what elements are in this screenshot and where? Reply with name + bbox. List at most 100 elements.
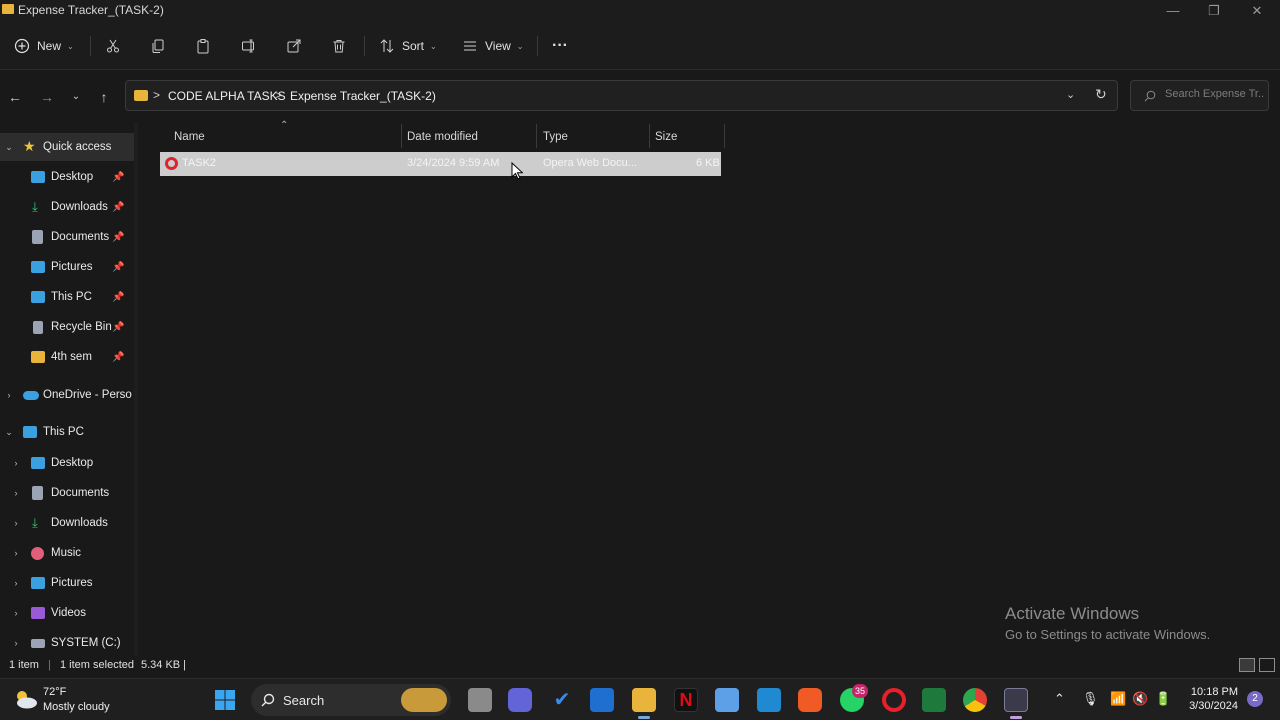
view-button[interactable]: View ⌄ xyxy=(462,35,524,57)
table-row[interactable]: TASK2 3/24/2024 9:59 AM Opera Web Docu..… xyxy=(160,152,721,176)
paste-button[interactable] xyxy=(195,35,211,57)
sidebar-item-recycle-bin[interactable]: Recycle Bin 📌 xyxy=(0,313,134,341)
column-divider[interactable] xyxy=(536,124,537,148)
sidebar-item-label: Videos xyxy=(51,607,86,619)
tiles-view-button[interactable] xyxy=(1259,658,1275,672)
address-bar[interactable]: > CODE ALPHA TASKS > Expense Tracker_(TA… xyxy=(125,80,1118,111)
netflix-icon[interactable]: N xyxy=(674,688,698,712)
search-input[interactable] xyxy=(1165,88,1265,100)
sidebar-item-pc-videos[interactable]: › Videos xyxy=(0,599,134,627)
column-divider[interactable] xyxy=(401,124,402,148)
file-list: ⌃ Name Date modified Type Size TASK2 3/2… xyxy=(145,120,1280,656)
sidebar-item-downloads[interactable]: ⤓ Downloads 📌 xyxy=(0,193,134,221)
sidebar-item-label: SYSTEM (C:) xyxy=(51,637,121,649)
sort-icon xyxy=(380,39,394,53)
minimize-button[interactable]: — xyxy=(1158,2,1188,20)
refresh-icon[interactable]: ↻ xyxy=(1095,86,1107,103)
search-box[interactable] xyxy=(1130,80,1269,111)
sidebar-item-onedrive[interactable]: › OneDrive - Perso xyxy=(0,381,134,409)
window-title: Expense Tracker_(TASK-2) xyxy=(18,3,164,17)
column-divider[interactable] xyxy=(724,124,725,148)
sidebar-item-4th-sem[interactable]: 4th sem 📌 xyxy=(0,343,134,371)
sort-button[interactable]: Sort ⌄ xyxy=(379,35,437,57)
recent-locations-button[interactable]: ⌄ xyxy=(66,88,86,106)
opera-icon[interactable] xyxy=(882,688,906,712)
cut-button[interactable] xyxy=(105,35,121,57)
sidebar-item-quick-access[interactable]: ⌄ ★ Quick access xyxy=(0,133,134,161)
sidebar-scrollbar[interactable] xyxy=(134,122,138,656)
column-header-date-modified[interactable]: Date modified xyxy=(407,126,478,148)
file-type: Opera Web Docu... xyxy=(543,157,637,169)
sidebar-item-pc-music[interactable]: › Music xyxy=(0,539,134,567)
status-bar: 1 item | 1 item selected 5.34 KB | xyxy=(0,656,1280,676)
excel-icon[interactable] xyxy=(922,688,946,712)
teams-chat-icon[interactable] xyxy=(508,688,532,712)
toolbar-divider xyxy=(364,36,365,56)
breadcrumb-separator: > xyxy=(153,88,161,102)
sidebar-item-pc-pictures[interactable]: › Pictures xyxy=(0,569,134,597)
clock-date: 3/30/2024 xyxy=(1189,700,1238,712)
battery-icon[interactable]: 🔋 xyxy=(1155,691,1171,707)
back-button[interactable]: ← xyxy=(5,88,25,106)
details-view-button[interactable] xyxy=(1239,658,1255,672)
documents-icon xyxy=(32,230,43,244)
sidebar-item-documents[interactable]: Documents 📌 xyxy=(0,223,134,251)
command-bar: New ⌄ Sort ⌄ View ⌄ ··· xyxy=(0,22,1280,70)
pin-icon: 📌 xyxy=(112,351,125,363)
show-hidden-icons-icon[interactable]: ⌃ xyxy=(1054,691,1065,707)
wifi-icon[interactable]: 📶 xyxy=(1110,691,1126,707)
breadcrumb-expense-tracker[interactable]: Expense Tracker_(TASK-2) xyxy=(290,89,436,103)
sidebar-item-label: Documents xyxy=(51,231,110,243)
sidebar-item-pictures[interactable]: Pictures 📌 xyxy=(0,253,134,281)
sidebar-item-pc-downloads[interactable]: › ⤓ Downloads xyxy=(0,509,134,537)
taskbar-search[interactable]: Search xyxy=(251,684,451,716)
windows-start-icon[interactable] xyxy=(214,689,236,711)
column-header-size[interactable]: Size xyxy=(655,126,677,148)
snipping-tool-icon[interactable] xyxy=(1004,688,1028,712)
task-view-icon[interactable] xyxy=(468,688,492,712)
clock-time: 10:18 PM xyxy=(1190,686,1238,698)
address-dropdown-icon[interactable]: ⌄ xyxy=(1066,88,1075,101)
vscode-icon[interactable] xyxy=(757,688,781,712)
new-button[interactable]: New ⌄ xyxy=(14,35,74,57)
clock[interactable]: 10:18 PM 3/30/2024 xyxy=(1186,686,1238,712)
column-divider[interactable] xyxy=(649,124,650,148)
media-app-icon[interactable] xyxy=(590,688,614,712)
column-header-type[interactable]: Type xyxy=(543,126,568,148)
store-icon[interactable] xyxy=(715,688,739,712)
copy-button[interactable] xyxy=(150,35,166,57)
column-header-name[interactable]: Name xyxy=(174,126,205,148)
breadcrumb-code-alpha-tasks[interactable]: CODE ALPHA TASKS xyxy=(168,89,286,103)
trash-icon xyxy=(333,40,345,53)
sidebar-item-this-pc-root[interactable]: ⌄ This PC xyxy=(0,418,134,446)
share-button[interactable] xyxy=(286,35,302,57)
maximize-button[interactable]: ❐ xyxy=(1199,2,1229,20)
close-button[interactable]: ✕ xyxy=(1242,2,1272,20)
delete-button[interactable] xyxy=(331,35,347,57)
item-count: 1 item xyxy=(9,659,39,671)
chevron-right-icon: › xyxy=(7,390,11,400)
more-options-button[interactable]: ··· xyxy=(552,35,568,57)
sort-label: Sort xyxy=(402,39,425,53)
todo-icon[interactable]: ✔ xyxy=(550,688,574,712)
sidebar-item-this-pc[interactable]: This PC 📌 xyxy=(0,283,134,311)
monitor-icon xyxy=(31,291,45,303)
rename-button[interactable] xyxy=(241,35,257,57)
sidebar-item-pc-documents[interactable]: › Documents xyxy=(0,479,134,507)
sidebar-item-label: Downloads xyxy=(51,201,108,213)
brave-icon[interactable] xyxy=(798,688,822,712)
file-explorer-icon[interactable] xyxy=(632,688,656,712)
sidebar-item-label: Desktop xyxy=(51,171,94,183)
chrome-icon[interactable] xyxy=(963,688,987,712)
microphone-icon[interactable]: 🎙 xyxy=(1082,691,1099,707)
pictures-icon xyxy=(31,261,45,273)
forward-button[interactable]: → xyxy=(37,88,57,106)
sidebar-item-pc-system-drive[interactable]: › SYSTEM (C:) xyxy=(0,629,134,656)
sidebar-item-pc-desktop[interactable]: › Desktop xyxy=(0,449,134,477)
up-button[interactable]: ↑ xyxy=(94,88,114,106)
weather-condition: Mostly cloudy xyxy=(43,701,110,713)
selected-size: 5.34 KB xyxy=(141,659,181,671)
notification-count[interactable]: 2 xyxy=(1247,691,1263,707)
sidebar-item-desktop[interactable]: Desktop 📌 xyxy=(0,163,134,191)
speaker-muted-icon[interactable]: 🔇 xyxy=(1132,691,1148,707)
